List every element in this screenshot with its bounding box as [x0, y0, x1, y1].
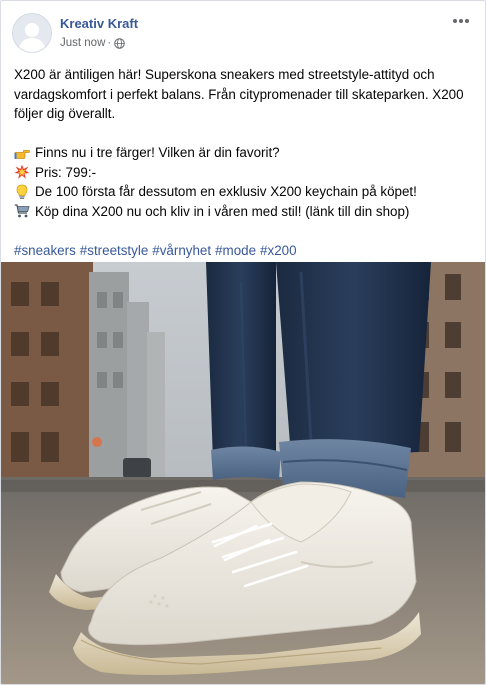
- avatar-placeholder-icon: [13, 14, 51, 52]
- more-options-button[interactable]: [449, 11, 473, 31]
- collision-icon: [14, 164, 30, 180]
- avatar[interactable]: [12, 13, 52, 53]
- shopping-cart-icon: [14, 204, 30, 218]
- post-header: Kreativ Kraft Just now ·: [1, 1, 485, 61]
- hashtag-varnyhet[interactable]: #vårnyhet: [152, 241, 211, 261]
- post-card: Kreativ Kraft Just now · X200 är äntilig…: [0, 0, 486, 685]
- more-options-icon: [452, 19, 457, 23]
- post-text: X200 är äntiligen här! Superskona sneake…: [14, 65, 474, 260]
- hashtag-list: #sneakers #streetstyle #vårnyhet #mode #…: [14, 241, 474, 261]
- sneaker-photo-image: [1, 262, 485, 684]
- bullet-text: Finns nu i tre färger! Vilken är din fav…: [35, 145, 280, 160]
- bullet-text: Köp dina X200 nu och kliv in i våren med…: [35, 203, 410, 219]
- hashtag-mode[interactable]: #mode: [215, 241, 256, 261]
- bullet-line-colors: Finns nu i tre färger! Vilken är din fav…: [14, 143, 474, 163]
- bullet-text: Pris: 799:-: [35, 164, 97, 180]
- more-options-dot: [465, 19, 470, 23]
- hashtag-streetstyle[interactable]: #streetstyle: [80, 241, 148, 261]
- post-meta: Just now ·: [60, 37, 126, 49]
- bullet-line-price: Pris: 799:-: [14, 163, 474, 183]
- post-timestamp[interactable]: Just now: [60, 37, 105, 49]
- meta-separator: ·: [107, 37, 112, 49]
- pointing-hand-icon: [14, 149, 30, 159]
- globe-icon: [114, 37, 126, 49]
- post-intro: X200 är äntiligen här! Superskona sneake…: [14, 67, 464, 121]
- hashtag-sneakers[interactable]: #sneakers: [14, 241, 76, 261]
- author-name[interactable]: Kreativ Kraft: [60, 16, 138, 31]
- more-options-dot: [459, 19, 463, 23]
- light-bulb-icon: [16, 184, 28, 199]
- bullet-text: De 100 första får dessutom en exklusiv X…: [35, 184, 417, 199]
- hashtag-x200[interactable]: #x200: [260, 241, 296, 261]
- bullet-line-offer: De 100 första får dessutom en exklusiv X…: [14, 182, 474, 202]
- post-photo[interactable]: [1, 262, 485, 684]
- bullet-line-buy: Köp dina X200 nu och kliv in i våren med…: [14, 202, 474, 222]
